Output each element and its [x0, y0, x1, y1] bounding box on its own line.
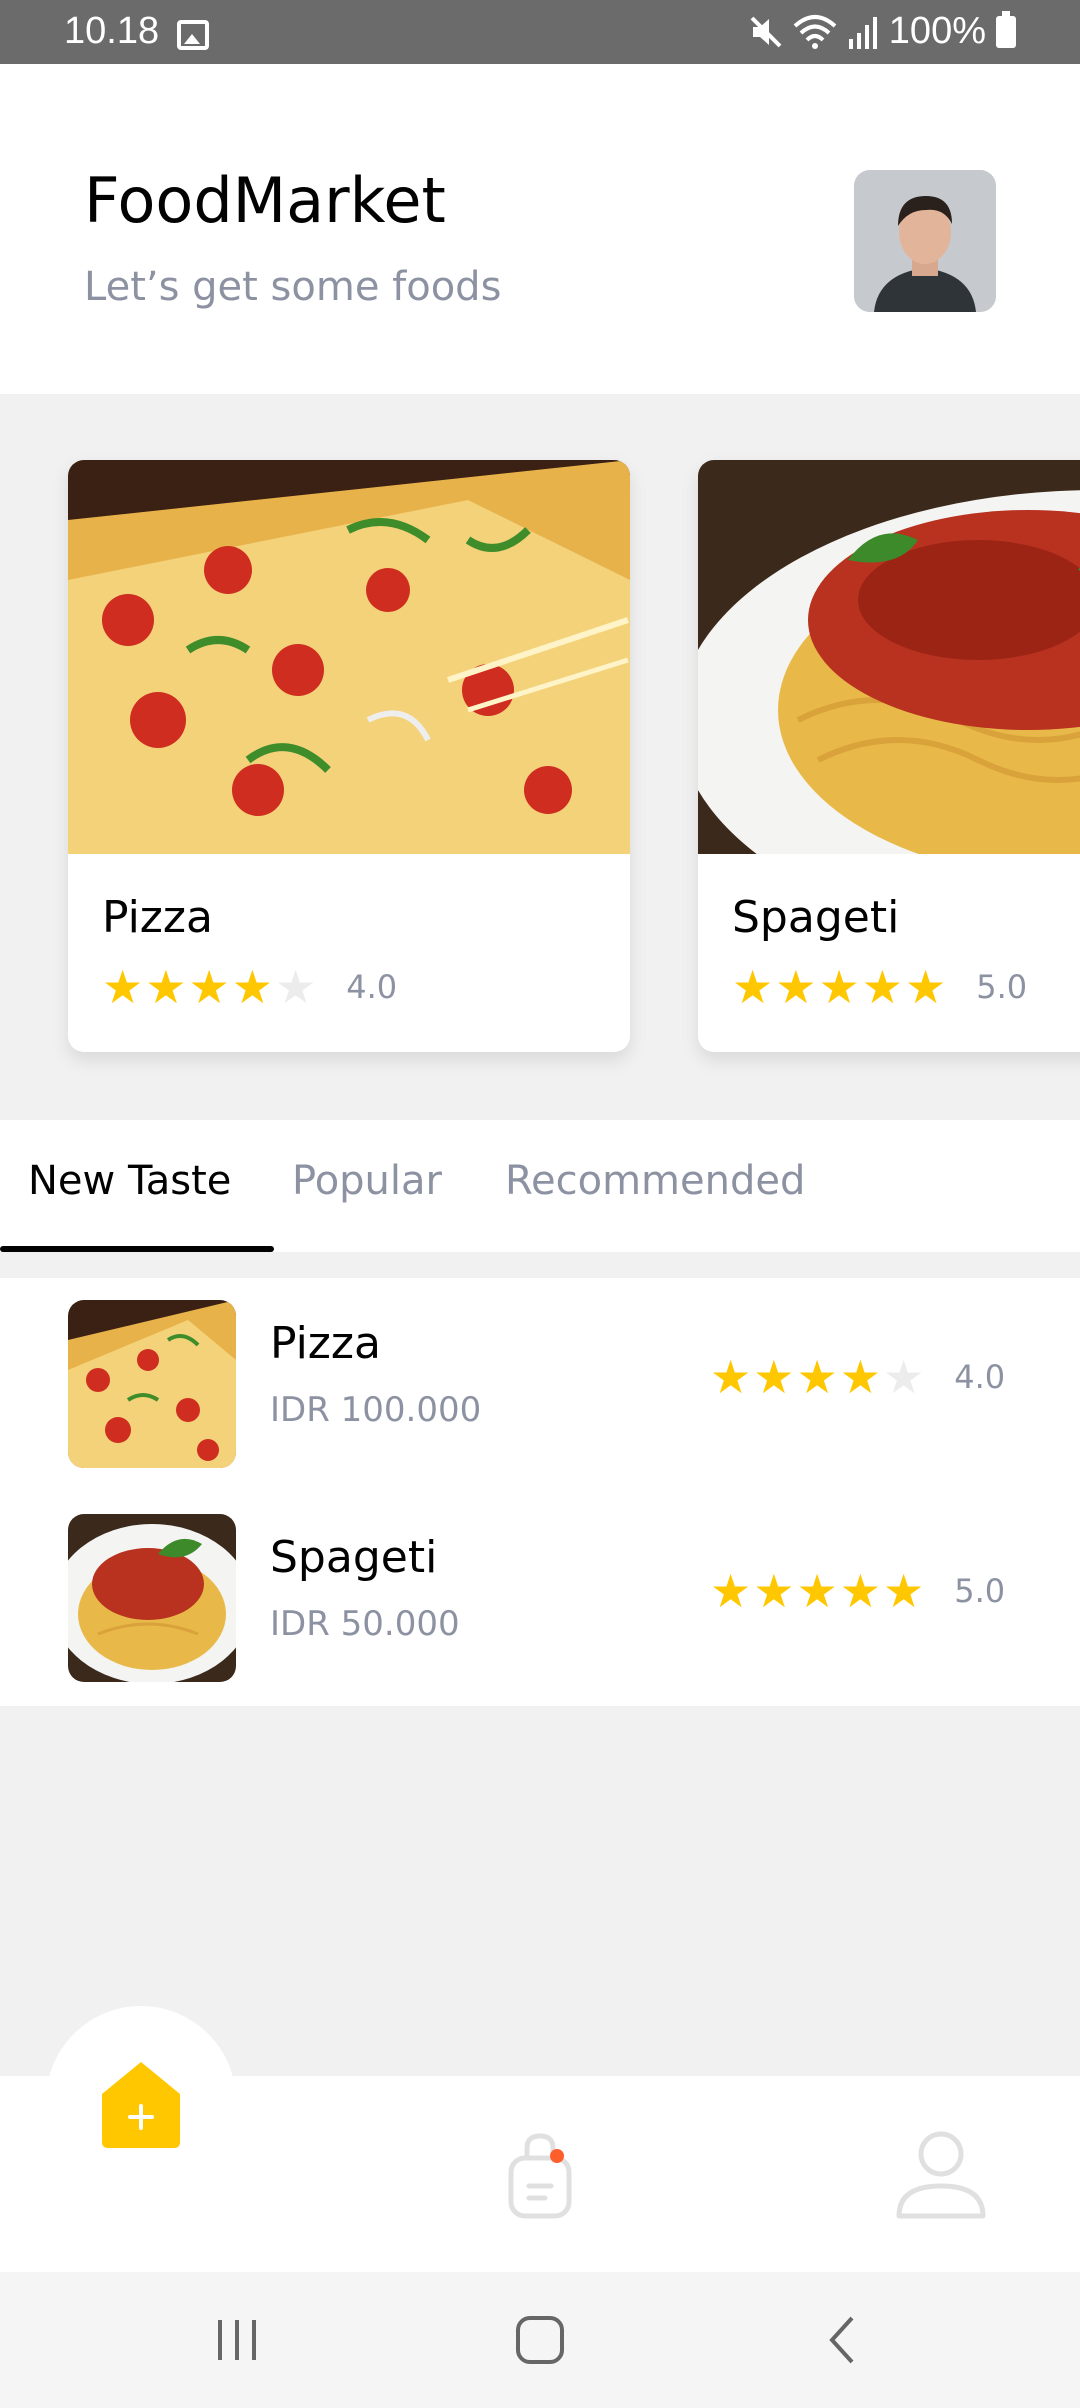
item-name: Pizza — [270, 1318, 381, 1369]
star-icon: ★ — [753, 1564, 795, 1618]
wifi-icon — [793, 14, 837, 49]
mute-icon — [750, 16, 782, 47]
card-title: Pizza — [102, 892, 213, 943]
star-icon: ★ — [796, 1350, 838, 1404]
tab-indicator — [0, 1246, 274, 1252]
spageti-thumbnail — [68, 1514, 236, 1682]
tab-popular[interactable]: Popular — [292, 1158, 442, 1204]
item-price: IDR 50.000 — [270, 1604, 460, 1644]
system-nav-bar — [0, 2272, 1080, 2408]
spageti-image — [698, 460, 1080, 854]
star-icon: ★ — [818, 960, 860, 1014]
star-icon: ★ — [145, 960, 187, 1014]
status-icons: 100% — [749, 10, 1016, 53]
pizza-thumbnail — [68, 1300, 236, 1468]
home-icon[interactable] — [100, 2060, 182, 2150]
rating-value: 5.0 — [976, 968, 1028, 1006]
star-rating: ★ ★ ★ ★ ★ — [102, 964, 316, 1010]
status-time: 10.18 — [64, 10, 160, 52]
recent-apps-icon[interactable] — [212, 2312, 262, 2368]
card-rating: ★ ★ ★ ★ ★ 5.0 — [732, 964, 1027, 1010]
featured-carousel[interactable]: Pizza ★ ★ ★ ★ ★ 4.0 Spageti ★ ★ ★ ★ ★ 5.… — [0, 394, 1080, 1120]
item-price: IDR 100.000 — [270, 1390, 482, 1430]
star-icon: ★ — [861, 960, 903, 1014]
star-icon: ★ — [753, 1350, 795, 1404]
featured-card-pizza[interactable]: Pizza ★ ★ ★ ★ ★ 4.0 — [68, 460, 630, 1052]
featured-card-spageti[interactable]: Spageti ★ ★ ★ ★ ★ 5.0 — [698, 460, 1080, 1052]
star-rating: ★ ★ ★ ★ ★ — [710, 1354, 924, 1400]
home-button-icon[interactable] — [512, 2312, 568, 2368]
star-icon: ★ — [775, 960, 817, 1014]
header: FoodMarket Let’s get some foods — [0, 64, 1080, 394]
status-bar: 10.18 100% — [0, 0, 1080, 64]
item-rating: ★ ★ ★ ★ ★ 5.0 — [710, 1568, 1005, 1614]
star-icon: ★ — [710, 1564, 752, 1618]
avatar[interactable] — [854, 170, 996, 312]
star-empty-icon: ★ — [883, 1350, 925, 1404]
gallery-icon — [177, 20, 209, 50]
signal-icon — [848, 16, 877, 49]
rating-value: 4.0 — [954, 1358, 1006, 1396]
list-item[interactable]: Spageti IDR 50.000 ★ ★ ★ ★ ★ 5.0 — [0, 1492, 1080, 1682]
order-bag-icon[interactable] — [505, 2130, 575, 2220]
star-icon: ★ — [883, 1564, 925, 1618]
profile-icon[interactable] — [895, 2128, 987, 2220]
star-icon: ★ — [102, 960, 144, 1014]
star-icon: ★ — [710, 1350, 752, 1404]
star-icon: ★ — [839, 1350, 881, 1404]
app-subtitle: Let’s get some foods — [84, 264, 502, 310]
tab-new-taste[interactable]: New Taste — [28, 1158, 231, 1204]
item-rating: ★ ★ ★ ★ ★ 4.0 — [710, 1354, 1005, 1400]
app-title: FoodMarket — [84, 164, 446, 237]
card-title: Spageti — [732, 892, 900, 943]
star-icon: ★ — [905, 960, 947, 1014]
star-icon: ★ — [796, 1564, 838, 1618]
tab-recommended[interactable]: Recommended — [505, 1158, 805, 1204]
rating-value: 5.0 — [954, 1572, 1006, 1610]
list-item[interactable]: Pizza IDR 100.000 ★ ★ ★ ★ ★ 4.0 — [0, 1278, 1080, 1468]
category-tabs: New Taste Popular Recommended — [0, 1120, 1080, 1254]
star-rating: ★ ★ ★ ★ ★ — [710, 1568, 924, 1614]
battery-percent: 100% — [888, 10, 986, 52]
star-rating: ★ ★ ★ ★ ★ — [732, 964, 946, 1010]
star-icon: ★ — [732, 960, 774, 1014]
star-icon: ★ — [231, 960, 273, 1014]
rating-value: 4.0 — [346, 968, 398, 1006]
battery-icon — [996, 10, 1016, 48]
pizza-image — [68, 460, 630, 854]
star-icon: ★ — [839, 1564, 881, 1618]
food-list: Pizza IDR 100.000 ★ ★ ★ ★ ★ 4.0 Spageti … — [0, 1278, 1080, 1706]
star-empty-icon: ★ — [275, 960, 317, 1014]
star-icon: ★ — [188, 960, 230, 1014]
item-name: Spageti — [270, 1532, 438, 1583]
card-rating: ★ ★ ★ ★ ★ 4.0 — [102, 964, 397, 1010]
back-icon[interactable] — [822, 2312, 862, 2368]
